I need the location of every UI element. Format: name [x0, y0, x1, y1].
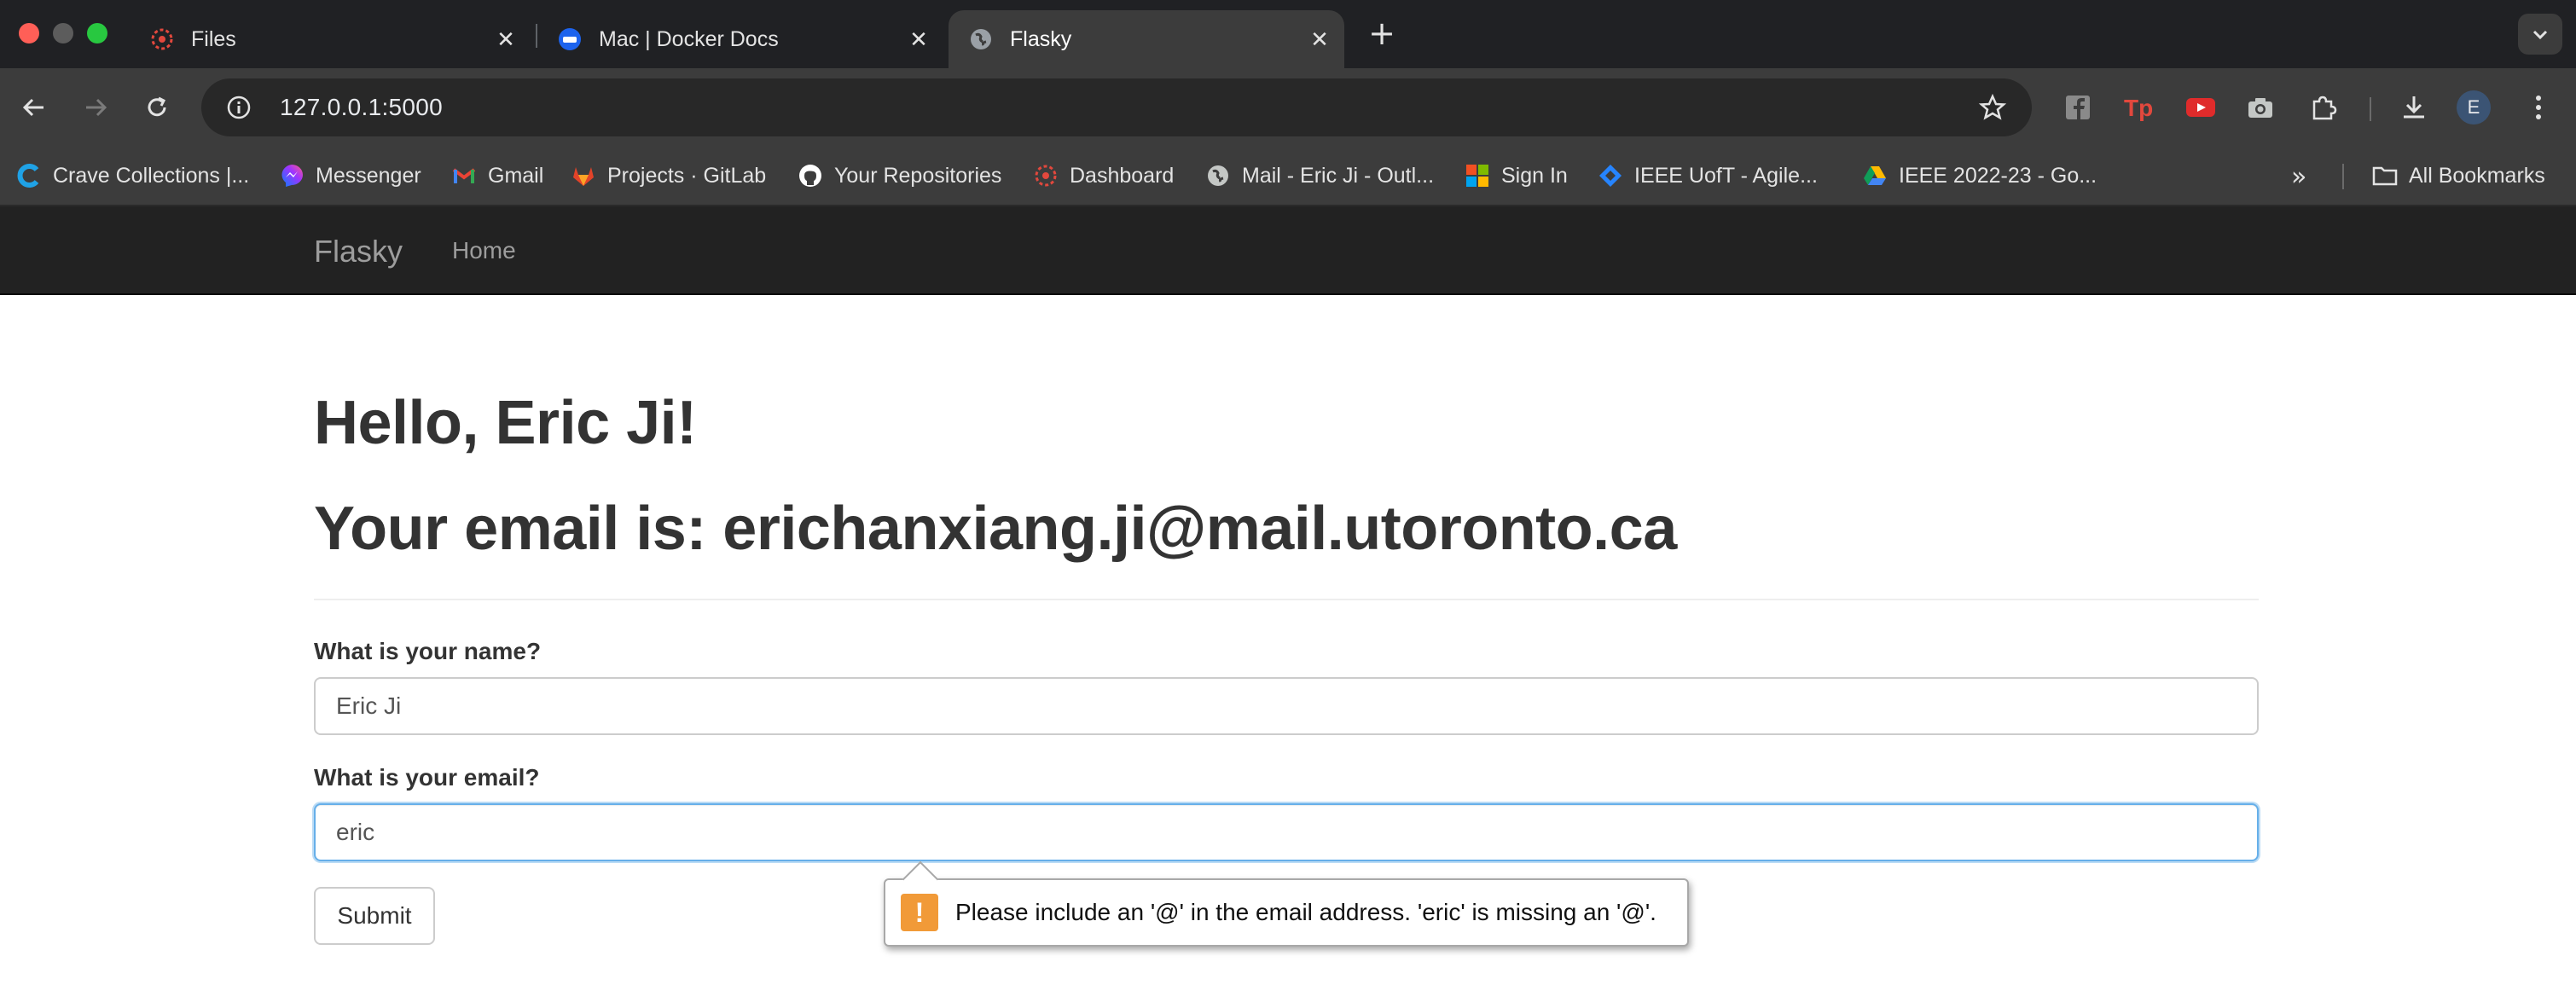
email-field[interactable] — [314, 803, 2259, 861]
window-close-button[interactable] — [19, 23, 39, 43]
canvas-icon — [1032, 162, 1059, 189]
name-field[interactable] — [314, 677, 2259, 735]
bookmark-dashboard[interactable]: Dashboard — [1032, 159, 1174, 193]
tab-title: Mac | Docker Docs — [599, 26, 779, 51]
docker-icon — [556, 26, 583, 53]
tab-files[interactable]: Files ✕ — [130, 10, 531, 68]
tp-icon[interactable]: Tp — [2121, 89, 2158, 126]
close-icon[interactable]: ✕ — [495, 29, 517, 51]
folder-icon — [2371, 162, 2399, 189]
bookmark-label: Gmail — [488, 163, 544, 188]
tab-title: Flasky — [1010, 26, 1072, 51]
window-maximize-button[interactable] — [87, 23, 107, 43]
download-icon[interactable] — [2395, 89, 2433, 126]
bookmark-ieee-drive[interactable]: IEEE 2022-23 - Go... — [1861, 159, 2097, 193]
microsoft-icon — [1464, 162, 1491, 189]
browser-toolbar: 127.0.0.1:5000 Tp E — [0, 68, 2576, 147]
url-text[interactable]: 127.0.0.1:5000 — [280, 94, 443, 121]
gitlab-icon — [570, 162, 597, 189]
page-greeting: Hello, Eric Ji! — [314, 389, 697, 457]
bookmark-label: Mail - Eric Ji - Outl... — [1242, 163, 1435, 188]
bookmark-outlook[interactable]: Mail - Eric Ji - Outl... — [1204, 159, 1434, 193]
bookmark-sign-in[interactable]: Sign In — [1464, 159, 1568, 193]
bookmarks-divider — [2342, 164, 2344, 189]
bookmark-gitlab[interactable]: Projects · GitLab — [570, 159, 766, 193]
tab-title: Files — [191, 26, 236, 51]
bookmark-crave[interactable]: Crave Collections |... — [15, 159, 249, 193]
bookmark-label: Messenger — [316, 163, 421, 188]
jira-icon — [1597, 162, 1624, 189]
arrow-left-icon — [22, 98, 44, 117]
gmail-icon — [450, 162, 478, 189]
site-navbar: Flasky Home — [0, 206, 2576, 295]
bookmarks-bar: Crave Collections |... Messenger Gmail P… — [0, 147, 2576, 206]
puzzle-icon[interactable] — [2305, 89, 2342, 126]
svg-text:Tp: Tp — [2124, 95, 2153, 121]
tab-docker-docs[interactable]: Mac | Docker Docs ✕ — [537, 10, 943, 68]
close-icon[interactable]: ✕ — [908, 29, 930, 51]
email-heading: Your email is: erichanxiang.ji@mail.utor… — [314, 495, 1677, 563]
forward-button[interactable] — [75, 87, 116, 128]
validation-message: Please include an '@' in the email addre… — [955, 899, 1656, 925]
email-label: What is your email? — [314, 764, 540, 791]
profile-avatar[interactable]: E — [2457, 90, 2491, 125]
globe-icon — [1204, 162, 1232, 189]
nav-link-home[interactable]: Home — [452, 237, 516, 264]
canvas-icon — [148, 26, 176, 53]
tab-search-button[interactable] — [2518, 14, 2562, 55]
window-minimize-button[interactable] — [53, 23, 73, 43]
arrow-right-icon — [86, 98, 107, 117]
validation-tooltip: ! Please include an '@' in the email add… — [884, 860, 1689, 947]
tab-flasky[interactable]: Flasky ✕ — [949, 10, 1344, 68]
reload-icon — [148, 96, 166, 117]
bookmark-label: Dashboard — [1070, 163, 1175, 188]
divider — [314, 599, 2259, 600]
drive-icon — [1861, 162, 1888, 189]
crave-icon — [15, 162, 43, 189]
address-bar[interactable]: 127.0.0.1:5000 — [201, 78, 2032, 136]
bookmark-label: Crave Collections |... — [53, 163, 250, 188]
submit-button[interactable]: Submit — [314, 887, 435, 945]
navbar-brand[interactable]: Flasky — [314, 234, 403, 269]
bookmark-github[interactable]: Your Repositories — [797, 159, 1001, 193]
bookmark-label: IEEE UofT - Agile... — [1634, 163, 1818, 188]
facebook-icon[interactable] — [2059, 89, 2097, 126]
back-button[interactable] — [14, 87, 55, 128]
bookmark-label: IEEE 2022-23 - Go... — [1899, 163, 2097, 188]
messenger-icon — [278, 162, 305, 189]
new-tab-button[interactable]: + — [1365, 17, 1399, 51]
bookmark-star-icon[interactable] — [1974, 89, 2011, 126]
warning-icon: ! — [901, 894, 938, 931]
bookmark-label: All Bookmarks — [2409, 163, 2545, 188]
site-info-icon[interactable] — [220, 89, 258, 126]
camera-icon[interactable] — [2242, 89, 2279, 126]
reload-button[interactable] — [136, 87, 177, 128]
bookmark-messenger[interactable]: Messenger — [278, 159, 421, 193]
bookmark-ieee-jira[interactable]: IEEE UofT - Agile... — [1597, 159, 1818, 193]
youtube-icon[interactable] — [2182, 89, 2219, 126]
bookmark-gmail[interactable]: Gmail — [450, 159, 543, 193]
tab-strip: Files ✕ Mac | Docker Docs ✕ Flasky ✕ + — [0, 0, 2576, 68]
toolbar-divider — [2370, 97, 2371, 121]
name-label: What is your name? — [314, 638, 542, 664]
bookmark-label: Projects · GitLab — [607, 163, 767, 188]
github-icon — [797, 162, 824, 189]
more-bookmarks-icon[interactable]: » — [2291, 162, 2306, 192]
all-bookmarks-button[interactable]: All Bookmarks — [2371, 159, 2545, 193]
kebab-menu-icon[interactable] — [2520, 89, 2557, 126]
bookmark-label: Your Repositories — [834, 163, 1002, 188]
chevron-down-icon — [2532, 30, 2548, 40]
globe-icon — [967, 26, 995, 53]
tooltip-arrow — [902, 860, 939, 898]
close-icon[interactable]: ✕ — [1308, 29, 1331, 51]
bookmark-label: Sign In — [1501, 163, 1568, 188]
